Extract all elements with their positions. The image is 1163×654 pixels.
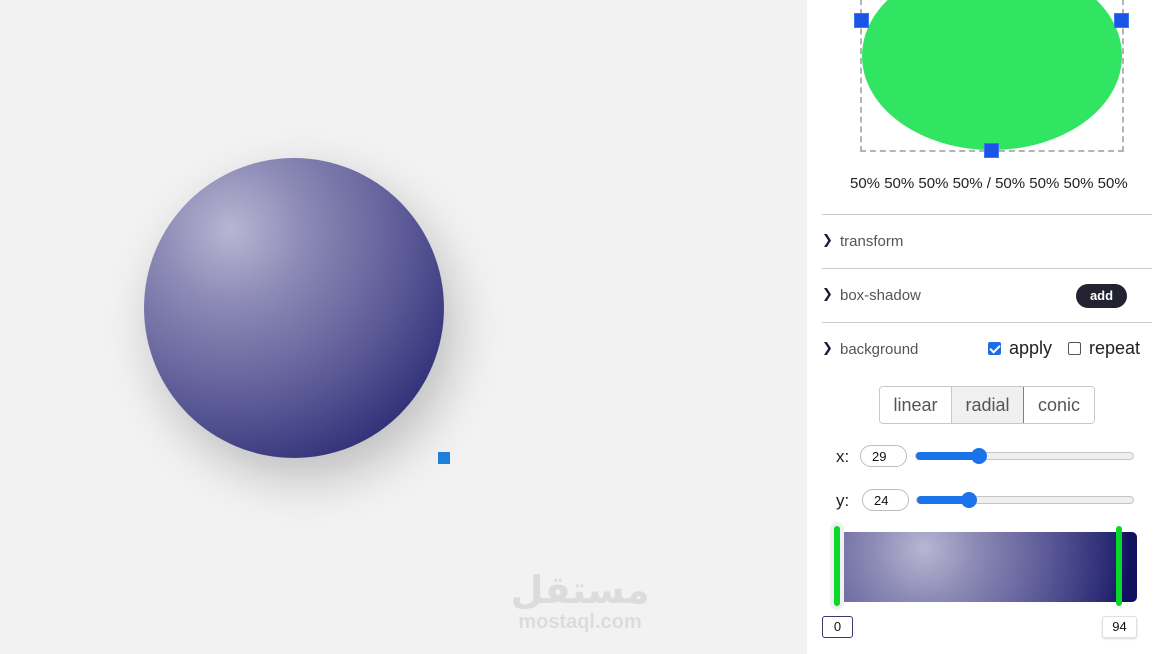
watermark-latin: mostaql.com — [518, 611, 642, 633]
section-background[interactable]: ❯ background apply repeat — [822, 322, 1152, 376]
color-stop-value-0[interactable]: 0 — [822, 616, 853, 638]
section-box-shadow[interactable]: ❯ box-shadow add — [822, 268, 1152, 322]
y-slider-thumb[interactable] — [960, 492, 977, 508]
border-radius-editor — [860, 0, 1124, 152]
x-slider-thumb[interactable] — [970, 448, 987, 464]
color-stop-handle-1[interactable] — [1116, 526, 1122, 606]
section-transform[interactable]: ❯ transform — [822, 214, 1152, 268]
watermark: مستقل mostaql.com — [500, 568, 660, 632]
resize-handle[interactable] — [438, 452, 450, 464]
radius-handle-right[interactable] — [1114, 13, 1129, 28]
gradient-type-linear[interactable]: linear — [880, 387, 952, 423]
chevron-right-icon: ❯ — [822, 287, 833, 302]
preview-canvas: مستقل mostaql.com — [0, 0, 807, 654]
repeat-label: repeat — [1089, 338, 1141, 358]
section-title: transform — [840, 233, 904, 250]
x-label: x: — [836, 447, 850, 466]
x-slider-fill — [916, 452, 979, 460]
repeat-checkbox[interactable] — [1068, 342, 1081, 355]
border-radius-shape — [862, 0, 1122, 150]
chevron-right-icon: ❯ — [822, 341, 833, 356]
watermark-arabic: مستقل — [510, 568, 650, 612]
y-input[interactable] — [862, 489, 909, 511]
section-title: background — [840, 341, 919, 358]
y-label: y: — [836, 491, 850, 510]
border-radius-value: 50% 50% 50% 50% / 50% 50% 50% 50% — [850, 175, 1128, 192]
y-slider[interactable] — [916, 492, 1134, 508]
gradient-preview-bar[interactable] — [837, 532, 1137, 602]
gradient-type-selector: linear radial conic — [879, 386, 1095, 424]
radius-handle-left[interactable] — [854, 13, 869, 28]
color-stop-value-1[interactable]: 94 — [1102, 616, 1137, 638]
x-input[interactable] — [860, 445, 907, 467]
properties-panel: 50% 50% 50% 50% / 50% 50% 50% 50% ❯ tran… — [807, 0, 1163, 654]
gradient-type-radial[interactable]: radial — [952, 387, 1024, 423]
gradient-type-conic[interactable]: conic — [1024, 387, 1094, 423]
preview-element[interactable] — [144, 158, 444, 458]
color-stop-handle-0[interactable] — [834, 526, 840, 606]
radius-handle-bottom[interactable] — [984, 143, 999, 158]
apply-checkbox[interactable] — [988, 342, 1001, 355]
x-slider[interactable] — [915, 448, 1134, 464]
section-title: box-shadow — [840, 287, 921, 304]
add-shadow-button[interactable]: add — [1076, 284, 1127, 308]
apply-label: apply — [1009, 338, 1053, 358]
chevron-right-icon: ❯ — [822, 233, 833, 248]
